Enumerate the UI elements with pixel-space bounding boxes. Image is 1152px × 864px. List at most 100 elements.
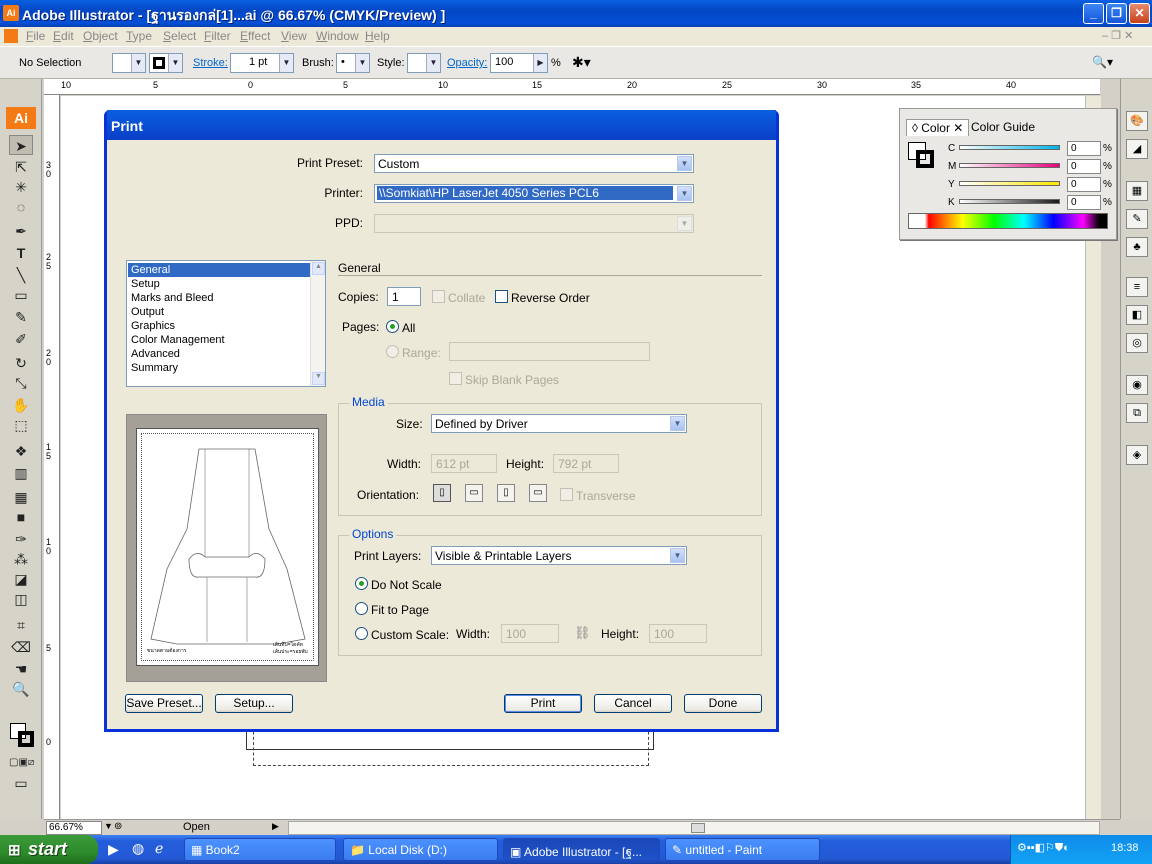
cyan-value[interactable]: 0: [1067, 141, 1101, 156]
scroll-thumb[interactable]: [691, 823, 705, 833]
setup-button[interactable]: Setup...: [215, 694, 293, 713]
list-item-graphics[interactable]: Graphics: [128, 319, 310, 333]
zoom-tool-icon[interactable]: 🔍: [9, 679, 33, 699]
fit-to-page-radio[interactable]: [355, 602, 368, 615]
flipped-portrait-orientation-icon[interactable]: ▯: [497, 484, 515, 502]
opacity-label[interactable]: Opacity:: [447, 57, 487, 69]
rotate-tool-icon[interactable]: ↻: [9, 353, 33, 373]
opacity-field[interactable]: 100 ▶: [490, 53, 548, 73]
height-input[interactable]: 792 pt: [553, 454, 619, 473]
width-input[interactable]: 612 pt: [431, 454, 497, 473]
eyedropper-tool-icon[interactable]: ✑: [9, 529, 33, 549]
appearance-panel-icon[interactable]: ◎: [1126, 333, 1148, 353]
status-menu-icon[interactable]: ▶: [272, 821, 279, 832]
menu-help[interactable]: Help: [365, 29, 390, 43]
lasso-tool-icon[interactable]: ◌: [9, 197, 33, 217]
stroke-swatch[interactable]: [18, 731, 34, 747]
selection-tool-icon[interactable]: ➤: [9, 135, 33, 155]
stroke-panel-icon[interactable]: ≡: [1126, 277, 1148, 297]
scroll-down-icon[interactable]: ▼: [312, 372, 325, 385]
mesh-tool-icon[interactable]: ▦: [9, 487, 33, 507]
zoom-dropdown-icon[interactable]: ▼: [104, 821, 113, 831]
task-local-disk[interactable]: 📁 Local Disk (D:): [343, 838, 498, 861]
bridge-icon[interactable]: 🔍▾: [1092, 55, 1113, 69]
gradient-panel-icon[interactable]: ◢: [1126, 139, 1148, 159]
custom-scale-height-input[interactable]: 100: [649, 624, 707, 643]
cancel-button[interactable]: Cancel: [594, 694, 672, 713]
graph-tool-icon[interactable]: ▥: [9, 463, 33, 483]
pencil-tool-icon[interactable]: ✐: [9, 329, 33, 349]
tab-color-guide[interactable]: Color Guide: [966, 119, 1040, 136]
hand-tool-icon[interactable]: ☚: [9, 659, 33, 679]
color-mode-icon[interactable]: ▢▣⧄: [9, 753, 34, 773]
magenta-slider[interactable]: [959, 163, 1060, 168]
stroke-label[interactable]: Stroke:: [193, 57, 228, 69]
list-item-general[interactable]: General: [128, 263, 310, 277]
live-paint-selection-icon[interactable]: ◫: [9, 589, 33, 609]
graphic-styles-panel-icon[interactable]: ◉: [1126, 375, 1148, 395]
task-adobe-illustrator[interactable]: ▣ Adobe Illustrator - [ฐ...: [503, 838, 660, 861]
start-button[interactable]: ⊞ start: [0, 835, 98, 864]
size-select[interactable]: Defined by Driver ▼: [431, 414, 687, 433]
copies-input[interactable]: 1: [387, 287, 421, 306]
color-spectrum-bar[interactable]: [908, 213, 1108, 229]
flipped-landscape-orientation-icon[interactable]: ▭: [529, 484, 547, 502]
save-preset-button[interactable]: Save Preset...: [125, 694, 203, 713]
magic-wand-tool-icon[interactable]: ✳: [9, 177, 33, 197]
eraser-tool-icon[interactable]: ⌫: [9, 637, 33, 657]
list-scrollbar[interactable]: ▲ ▼: [310, 261, 325, 386]
menu-object[interactable]: Object: [83, 29, 118, 43]
color-panel-icon[interactable]: 🎨: [1126, 111, 1148, 131]
layers-panel-icon[interactable]: ◈: [1126, 445, 1148, 465]
list-item-summary[interactable]: Summary: [128, 361, 310, 375]
yellow-value[interactable]: 0: [1067, 177, 1101, 192]
recolor-icon[interactable]: ✱▾: [572, 54, 591, 71]
internet-explorer-icon[interactable]: ℯ: [155, 840, 163, 857]
pages-range-input[interactable]: [449, 342, 650, 361]
link-proportions-icon[interactable]: ⛓: [574, 625, 591, 641]
list-item-output[interactable]: Output: [128, 305, 310, 319]
brushes-panel-icon[interactable]: ✎: [1126, 209, 1148, 229]
brush-dropdown[interactable]: • ▼: [336, 53, 370, 73]
transverse-checkbox[interactable]: [560, 488, 573, 501]
doc-window-controls[interactable]: – ❐ ✕: [1102, 29, 1133, 42]
landscape-orientation-icon[interactable]: ▭: [465, 484, 483, 502]
type-tool-icon[interactable]: T: [9, 243, 33, 263]
black-value[interactable]: 0: [1067, 195, 1101, 210]
tray-icons[interactable]: ⚙▪▪◧⚐⛊◐: [1017, 841, 1070, 855]
symbols-panel-icon[interactable]: ♣: [1126, 237, 1148, 257]
menu-type[interactable]: Type: [126, 29, 152, 43]
horizontal-scrollbar[interactable]: [288, 821, 1100, 835]
pages-range-radio[interactable]: [386, 345, 399, 358]
illustrator-app-icon[interactable]: Ai: [3, 5, 19, 21]
style-dropdown[interactable]: ▼: [407, 53, 441, 73]
stroke-swatch[interactable]: [916, 150, 934, 168]
collate-checkbox[interactable]: [432, 290, 445, 303]
tab-color[interactable]: ◊ Color ✕: [906, 119, 970, 136]
screen-mode-icon[interactable]: ▭: [9, 773, 33, 793]
custom-scale-radio[interactable]: [355, 627, 368, 640]
reverse-order-checkbox[interactable]: [495, 290, 508, 303]
task-paint[interactable]: ✎ untitled - Paint: [665, 838, 820, 861]
document-icon[interactable]: [4, 29, 18, 43]
crop-tool-icon[interactable]: ⌗: [9, 615, 33, 635]
print-preview[interactable]: ขนาดตามต้องการ เส้นทึบ=ไดคัท เส้นประ=รอย…: [126, 414, 327, 682]
scroll-up-icon[interactable]: ▲: [312, 262, 325, 275]
zoom-level-field[interactable]: 66.67%: [46, 821, 102, 835]
menu-filter[interactable]: Filter: [204, 29, 231, 43]
custom-scale-width-input[interactable]: 100: [501, 624, 559, 643]
version-cue-icon[interactable]: ⊚: [114, 821, 122, 832]
align-panel-icon[interactable]: ⧉: [1126, 403, 1148, 423]
free-transform-tool-icon[interactable]: ⬚: [9, 415, 33, 435]
fill-color-dropdown[interactable]: ▼: [112, 53, 146, 73]
warp-tool-icon[interactable]: ✋: [9, 395, 33, 415]
task-book2[interactable]: ▦ Book2: [184, 838, 336, 861]
list-item-setup[interactable]: Setup: [128, 277, 310, 291]
close-button[interactable]: ✕: [1129, 3, 1150, 24]
menu-effect[interactable]: Effect: [240, 29, 270, 43]
ppd-select[interactable]: ▼: [374, 214, 694, 233]
menu-edit[interactable]: Edit: [53, 29, 74, 43]
restore-button[interactable]: ❐: [1106, 3, 1127, 24]
magenta-value[interactable]: 0: [1067, 159, 1101, 174]
menu-select[interactable]: Select: [163, 29, 196, 43]
